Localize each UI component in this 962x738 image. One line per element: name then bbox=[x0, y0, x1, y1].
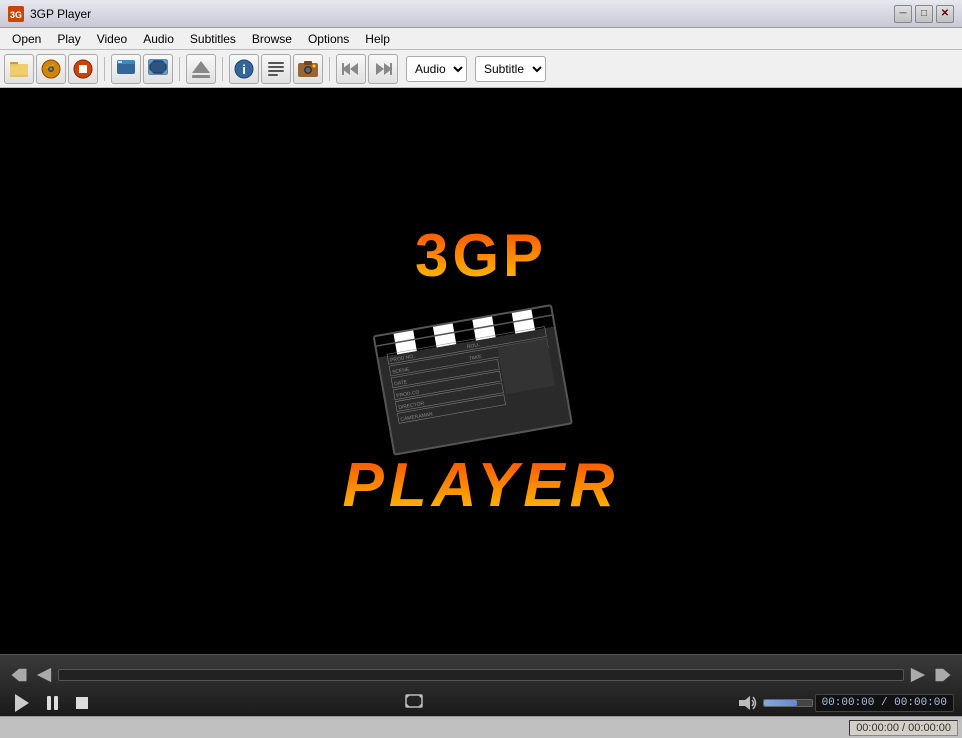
menu-video[interactable]: Video bbox=[89, 30, 135, 48]
separator-4 bbox=[329, 57, 330, 81]
open-file-button[interactable] bbox=[4, 54, 34, 84]
video-area: 3GP bbox=[0, 88, 962, 654]
svg-text:3G: 3G bbox=[10, 10, 22, 20]
open-disc-button[interactable] bbox=[36, 54, 66, 84]
menu-browse[interactable]: Browse bbox=[244, 30, 300, 48]
toolbar-next-button[interactable] bbox=[368, 54, 398, 84]
svg-text:i: i bbox=[242, 62, 246, 77]
seek-bar-row bbox=[8, 661, 954, 689]
separator-3 bbox=[222, 57, 223, 81]
logo-bottom-text: PLAYER bbox=[343, 450, 620, 521]
capture-button[interactable] bbox=[293, 54, 323, 84]
minimize-button[interactable]: ─ bbox=[894, 5, 912, 23]
controls-row: 00:00:00 / 00:00:00 bbox=[8, 689, 954, 717]
seek-back-button[interactable] bbox=[8, 661, 30, 689]
logo-container: 3GP bbox=[343, 221, 620, 521]
menu-open[interactable]: Open bbox=[4, 30, 49, 48]
volume-slider[interactable] bbox=[763, 699, 813, 707]
subtitle-dropdown[interactable]: Subtitle bbox=[475, 56, 546, 82]
pause-button[interactable] bbox=[38, 689, 66, 717]
play-button[interactable] bbox=[8, 689, 36, 717]
menu-subtitles[interactable]: Subtitles bbox=[182, 30, 244, 48]
menu-options[interactable]: Options bbox=[300, 30, 357, 48]
menu-play[interactable]: Play bbox=[49, 30, 88, 48]
time-display: 00:00:00 / 00:00:00 bbox=[815, 694, 954, 712]
window-title: 3GP Player bbox=[30, 7, 891, 21]
seek-forward-button[interactable] bbox=[932, 661, 954, 689]
controls-left bbox=[8, 689, 96, 717]
controls-right: 00:00:00 / 00:00:00 bbox=[733, 689, 954, 717]
restore-button[interactable]: □ bbox=[915, 5, 933, 23]
fullscreen-button[interactable] bbox=[143, 54, 173, 84]
volume-fill bbox=[764, 700, 798, 706]
toolbar: i bbox=[0, 50, 962, 88]
menu-bar: Open Play Video Audio Subtitles Browse O… bbox=[0, 28, 962, 50]
title-bar: 3G 3GP Player ─ □ ✕ bbox=[0, 0, 962, 28]
app-icon: 3G bbox=[8, 6, 24, 22]
seek-back-small-button[interactable] bbox=[34, 661, 54, 689]
separator-1 bbox=[104, 57, 105, 81]
controls-bar: 00:00:00 / 00:00:00 bbox=[0, 654, 962, 716]
stop-button[interactable] bbox=[68, 689, 96, 717]
controls-center bbox=[400, 689, 428, 717]
clapperboard-image: PROD NO. ROLL SCENE TAKE DATE PROD.CO DI… bbox=[359, 274, 584, 466]
seek-forward-small-button[interactable] bbox=[908, 661, 928, 689]
volume-button[interactable] bbox=[733, 689, 761, 717]
menu-audio[interactable]: Audio bbox=[135, 30, 182, 48]
playlist-button[interactable] bbox=[261, 54, 291, 84]
audio-dropdown[interactable]: Audio bbox=[406, 56, 467, 82]
window-mode-button[interactable] bbox=[111, 54, 141, 84]
fullscreen-toggle-button[interactable] bbox=[400, 689, 428, 717]
eject-button[interactable] bbox=[186, 54, 216, 84]
toolbar-prev-button[interactable] bbox=[336, 54, 366, 84]
info-button[interactable]: i bbox=[229, 54, 259, 84]
status-bar: 00:00:00 / 00:00:00 bbox=[0, 716, 962, 738]
menu-help[interactable]: Help bbox=[357, 30, 398, 48]
separator-2 bbox=[179, 57, 180, 81]
toolbar-stop-button[interactable] bbox=[68, 54, 98, 84]
seek-bar[interactable] bbox=[58, 669, 904, 681]
close-button[interactable]: ✕ bbox=[936, 5, 954, 23]
